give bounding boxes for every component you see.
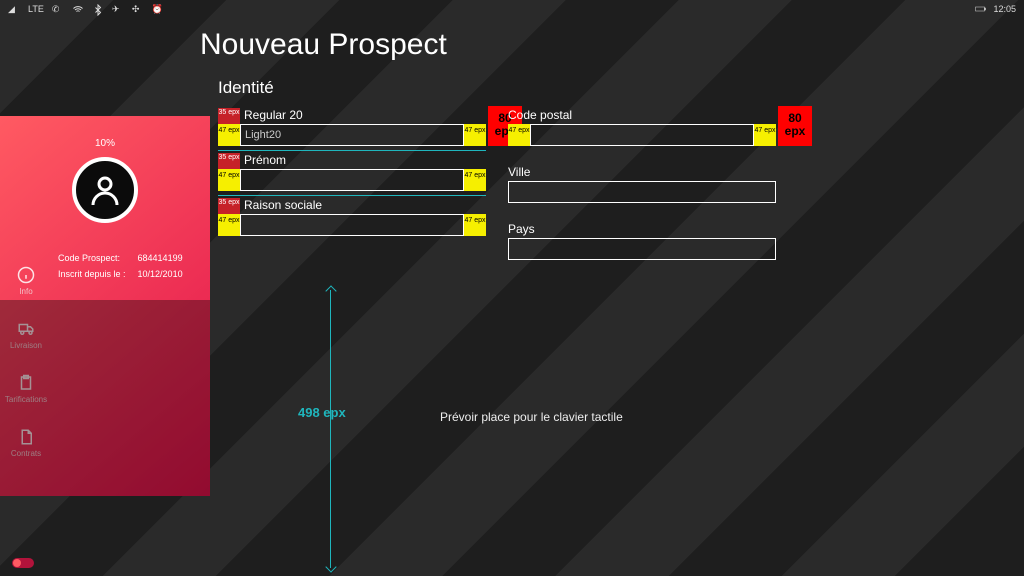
- wifi-icon: [72, 4, 84, 14]
- dimension-498: 498 epx: [298, 406, 346, 420]
- input-postal[interactable]: [530, 124, 754, 146]
- label-postal: Code postal: [508, 108, 776, 122]
- divider: [218, 150, 486, 151]
- nav-info[interactable]: Info: [0, 266, 52, 296]
- page-title: Nouveau Prospect: [200, 28, 447, 62]
- label-company: Raison sociale: [244, 198, 486, 212]
- airplane-icon: ✈: [112, 4, 124, 14]
- alarm-icon: ⏰: [152, 4, 164, 14]
- keyboard-hint: Prévoir place pour le clavier tactile: [440, 410, 623, 424]
- panel-shadow: [0, 300, 210, 496]
- redline-47l: 47 epx: [508, 124, 530, 146]
- status-bar: ◢ LTE ✆ ✈ ✣ ⏰ 12:05: [0, 0, 1024, 18]
- input-country[interactable]: [508, 238, 776, 260]
- redline-47r: 47 epx: [464, 124, 486, 146]
- info-icon: [17, 266, 35, 284]
- profile-info: Code Prospect:684414199 Inscrit depuis l…: [56, 249, 185, 283]
- redline-35: 35 epx: [218, 153, 240, 169]
- clock: 12:05: [993, 4, 1016, 14]
- redline-47l: 47 epx: [218, 169, 240, 191]
- divider: [218, 195, 486, 196]
- col-left: 35 epx Regular 20 47 epx 47 epx 80 epx 3…: [218, 108, 486, 260]
- avatar: [72, 157, 138, 223]
- nav-info-label: Info: [19, 287, 32, 296]
- input-firstname[interactable]: [240, 169, 464, 191]
- redline-35: 35 epx: [218, 108, 240, 124]
- person-icon: [87, 172, 123, 208]
- label-name: Regular 20: [244, 108, 486, 122]
- redline-47r: 47 epx: [464, 214, 486, 236]
- signal-icon: ◢: [8, 4, 20, 14]
- network-label: LTE: [28, 4, 44, 14]
- label-city: Ville: [508, 165, 776, 179]
- redline-47r: 47 epx: [754, 124, 776, 146]
- label-country: Pays: [508, 222, 776, 236]
- call-icon: ✆: [52, 4, 64, 14]
- bluetooth-icon: [92, 4, 104, 14]
- input-name[interactable]: [240, 124, 464, 146]
- redline-80: 80 epx: [778, 106, 812, 146]
- redline-47l: 47 epx: [218, 214, 240, 236]
- redline-47l: 47 epx: [218, 124, 240, 146]
- progress-percent: 10%: [0, 138, 210, 149]
- dimension-line: [330, 290, 331, 568]
- input-city[interactable]: [508, 181, 776, 203]
- redline-47r: 47 epx: [464, 169, 486, 191]
- section-title: Identité: [218, 78, 274, 98]
- vibrate-icon: ✣: [132, 4, 144, 14]
- label-firstname: Prénom: [244, 153, 486, 167]
- col-right: Code postal 47 epx 47 epx 80 epx Ville P…: [508, 108, 776, 260]
- toggle-chip[interactable]: [12, 558, 34, 568]
- redline-35: 35 epx: [218, 198, 240, 214]
- input-company[interactable]: [240, 214, 464, 236]
- form: 35 epx Regular 20 47 epx 47 epx 80 epx 3…: [218, 108, 778, 264]
- battery-icon: [975, 4, 987, 14]
